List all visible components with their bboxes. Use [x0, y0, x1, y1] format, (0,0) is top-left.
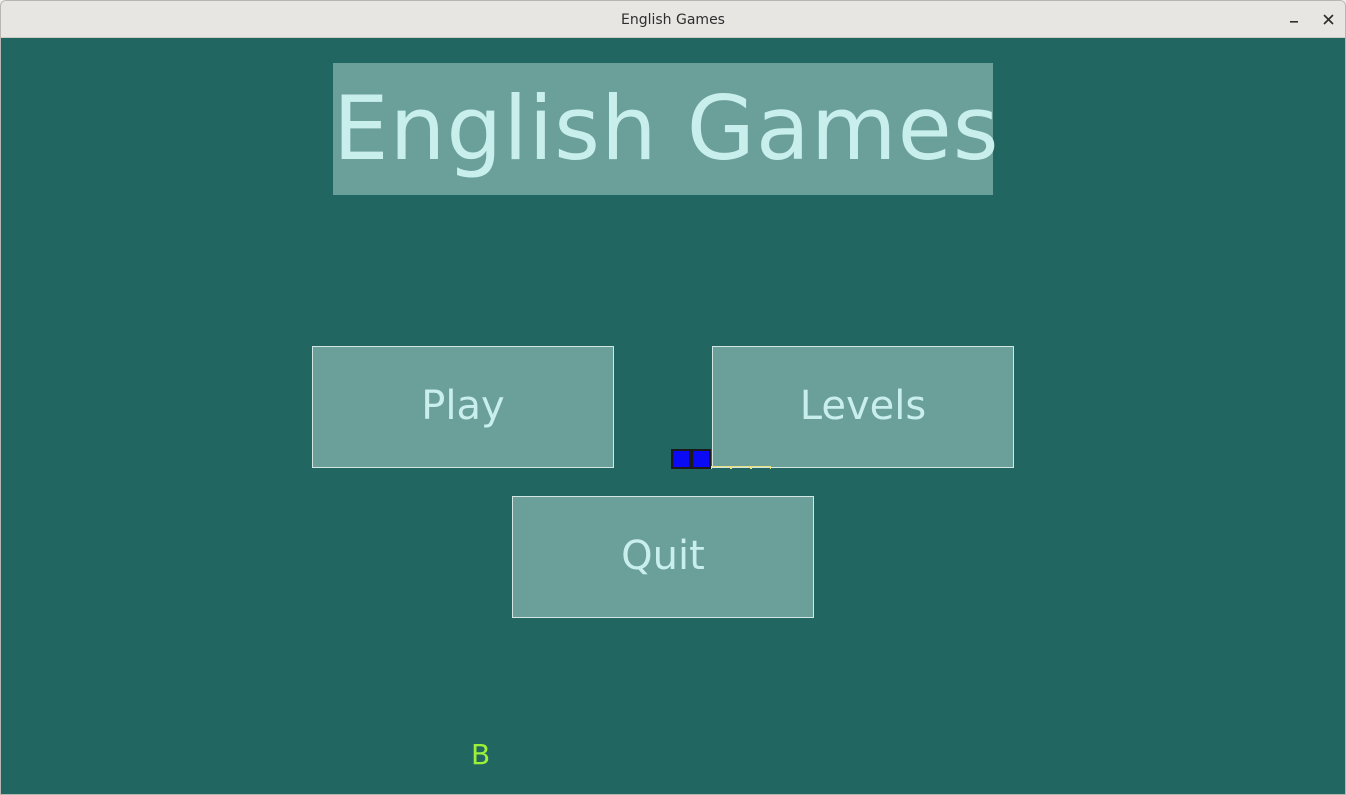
play-button[interactable]: Play — [312, 346, 614, 468]
yellow-outline-block — [751, 466, 771, 469]
blue-block — [691, 449, 711, 469]
app-window: English Games English Games Play Levels … — [0, 0, 1346, 795]
game-title: English Games — [333, 63, 999, 195]
game-canvas[interactable]: English Games Play Levels Quit B — [1, 38, 1345, 794]
blue-block — [671, 449, 691, 469]
floating-letter: B — [471, 738, 491, 771]
close-button[interactable] — [1316, 7, 1340, 31]
yellow-outline-block — [731, 466, 751, 469]
window-title: English Games — [621, 12, 725, 28]
yellow-outline-block — [711, 466, 731, 469]
title-bar[interactable]: English Games — [1, 1, 1345, 38]
close-icon — [1323, 14, 1333, 24]
levels-button[interactable]: Levels — [712, 346, 1014, 468]
quit-button[interactable]: Quit — [512, 496, 814, 618]
minimize-icon — [1290, 21, 1298, 23]
minimize-button[interactable] — [1282, 7, 1306, 31]
